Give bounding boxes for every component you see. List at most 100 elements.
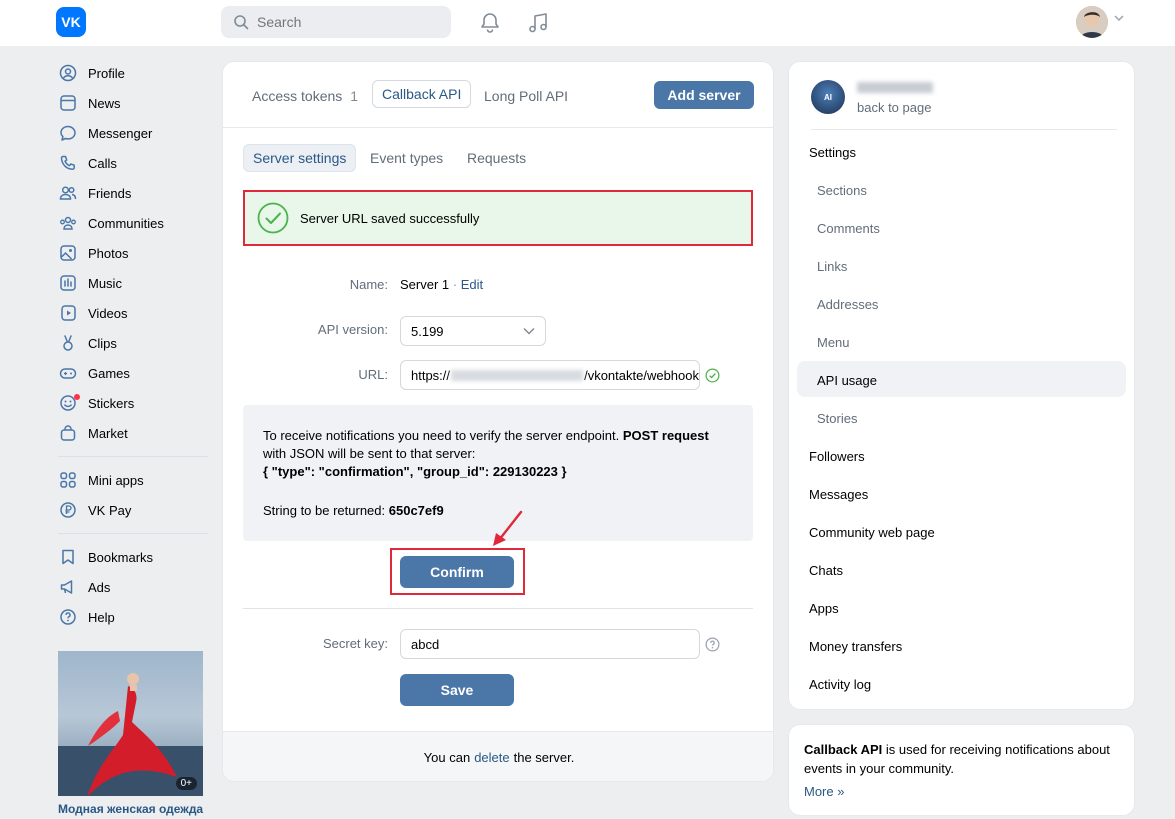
clips-icon [58, 333, 78, 353]
bookmark-icon [58, 547, 78, 567]
menu-subitem-comments[interactable]: Comments [817, 218, 880, 238]
vk-logo[interactable]: VK [56, 7, 86, 37]
nav-label: Help [88, 609, 115, 625]
more-link[interactable]: More » [804, 782, 844, 801]
ad-caption[interactable]: Модная женская одежда [58, 802, 218, 816]
main-panel: Access tokens 1 Callback API Long Poll AP… [222, 61, 774, 782]
menu-item-apps[interactable]: Apps [809, 598, 839, 618]
menu-subitem-api-usage[interactable]: API usage [817, 370, 877, 390]
name-label: Name: [349, 277, 388, 292]
menu-item-community-web-page[interactable]: Community web page [809, 522, 935, 542]
verify-text-part: To receive notifications you need to ver… [263, 428, 623, 443]
nav-item-ads[interactable]: Ads [50, 572, 210, 602]
music-icon[interactable] [526, 11, 550, 35]
bell-icon[interactable] [478, 11, 502, 35]
add-server-button[interactable]: Add server [654, 81, 754, 109]
subtab-label: Requests [467, 150, 527, 166]
gamepad-icon [58, 363, 78, 383]
footer-note: You can delete the server. [223, 731, 773, 781]
delete-server-link[interactable]: delete [474, 750, 509, 765]
subtab-requests[interactable]: Requests [458, 144, 535, 172]
server-name: Server 1 · Edit [400, 277, 483, 292]
api-version-select[interactable]: 5.199 [400, 316, 546, 346]
nav-item-news[interactable]: News [50, 88, 210, 118]
ruble-icon [58, 500, 78, 520]
help-icon[interactable] [705, 637, 720, 652]
menu-item-messages[interactable]: Messages [809, 484, 868, 504]
menu-subitem-addresses[interactable]: Addresses [817, 294, 878, 314]
api-version-value: 5.199 [411, 323, 444, 339]
confirm-button[interactable]: Confirm [400, 556, 514, 588]
nav-item-friends[interactable]: Friends [50, 178, 210, 208]
tab-count: 1 [350, 88, 359, 104]
tab-long-poll-api[interactable]: Long Poll API [475, 82, 577, 110]
menu-item-followers[interactable]: Followers [809, 446, 865, 466]
nav-item-vk-pay[interactable]: VK Pay [50, 495, 210, 525]
nav-item-messenger[interactable]: Messenger [50, 118, 210, 148]
server-name-value: Server 1 [400, 277, 450, 292]
nav-label: Clips [88, 335, 117, 351]
message-icon [58, 123, 78, 143]
menu-subitem-sections[interactable]: Sections [817, 180, 867, 200]
info-bold: Callback API [804, 742, 883, 757]
community-avatar: AI [811, 80, 845, 114]
nav-item-bookmarks[interactable]: Bookmarks [50, 542, 210, 572]
separator: · [449, 277, 461, 292]
nav-label: Music [88, 275, 122, 291]
back-to-page-link[interactable]: back to page [857, 100, 931, 115]
verify-text: To receive notifications you need to ver… [263, 427, 733, 463]
nav-label: Games [88, 365, 130, 381]
nav-item-market[interactable]: Market [50, 418, 210, 448]
edit-link[interactable]: Edit [461, 277, 483, 292]
top-bar: VK [0, 0, 1175, 46]
nav-item-help[interactable]: Help [50, 602, 210, 632]
nav-label: VK Pay [88, 502, 132, 518]
subtab-label: Server settings [253, 150, 347, 166]
secret-key-input[interactable] [400, 629, 700, 659]
community-header[interactable]: AI back to page [811, 78, 1117, 130]
nav-item-communities[interactable]: Communities [50, 208, 210, 238]
return-label: String to be returned: [263, 503, 389, 518]
tab-access-tokens[interactable]: Access tokens 1 [243, 82, 367, 110]
nav-item-music[interactable]: Music [50, 268, 210, 298]
nav-item-clips[interactable]: Clips [50, 328, 210, 358]
menu-item-money-transfers[interactable]: Money transfers [809, 636, 902, 656]
menu-subitem-links[interactable]: Links [817, 256, 847, 276]
nav-label: Messenger [88, 125, 153, 141]
return-value: 650c7ef9 [388, 503, 444, 518]
nav-divider [58, 456, 208, 457]
menu-subitem-stories[interactable]: Stories [817, 408, 857, 428]
nav-item-profile[interactable]: Profile [50, 58, 210, 88]
subtab-server-settings[interactable]: Server settings [243, 144, 357, 172]
nav-item-videos[interactable]: Videos [50, 298, 210, 328]
bag-icon [58, 423, 78, 443]
url-blurred-host [451, 369, 584, 381]
subtab-event-types[interactable]: Event types [361, 144, 452, 172]
communities-icon [58, 213, 78, 233]
arrow-annotation-icon [493, 510, 523, 546]
settings-subtabs: Server settings Event types Requests [223, 128, 773, 178]
search-input[interactable] [257, 14, 437, 30]
menu-item-activity-log[interactable]: Activity log [809, 674, 871, 694]
menu-subitem-menu[interactable]: Menu [817, 332, 850, 352]
url-label: URL: [358, 367, 388, 382]
url-input[interactable]: https:// /vkontakte/webhook [400, 360, 700, 390]
user-avatar[interactable] [1076, 6, 1108, 38]
friends-icon [58, 183, 78, 203]
menu-item-chats[interactable]: Chats [809, 560, 843, 580]
search-box[interactable] [221, 6, 451, 38]
save-button[interactable]: Save [400, 674, 514, 706]
api-tabs: Access tokens 1 Callback API Long Poll AP… [223, 62, 773, 128]
nav-item-mini-apps[interactable]: Mini apps [50, 465, 210, 495]
nav-item-calls[interactable]: Calls [50, 148, 210, 178]
nav-item-games[interactable]: Games [50, 358, 210, 388]
chevron-down-icon[interactable] [1114, 14, 1124, 22]
nav-item-stickers[interactable]: Stickers [50, 388, 210, 418]
success-message: Server URL saved successfully [300, 210, 480, 226]
nav-item-photos[interactable]: Photos [50, 238, 210, 268]
tab-callback-api[interactable]: Callback API [372, 80, 472, 108]
ad-image[interactable]: 0+ [58, 651, 203, 796]
nav-divider [58, 533, 208, 534]
menu-item-settings[interactable]: Settings [809, 142, 856, 162]
nav-label: Friends [88, 185, 132, 201]
